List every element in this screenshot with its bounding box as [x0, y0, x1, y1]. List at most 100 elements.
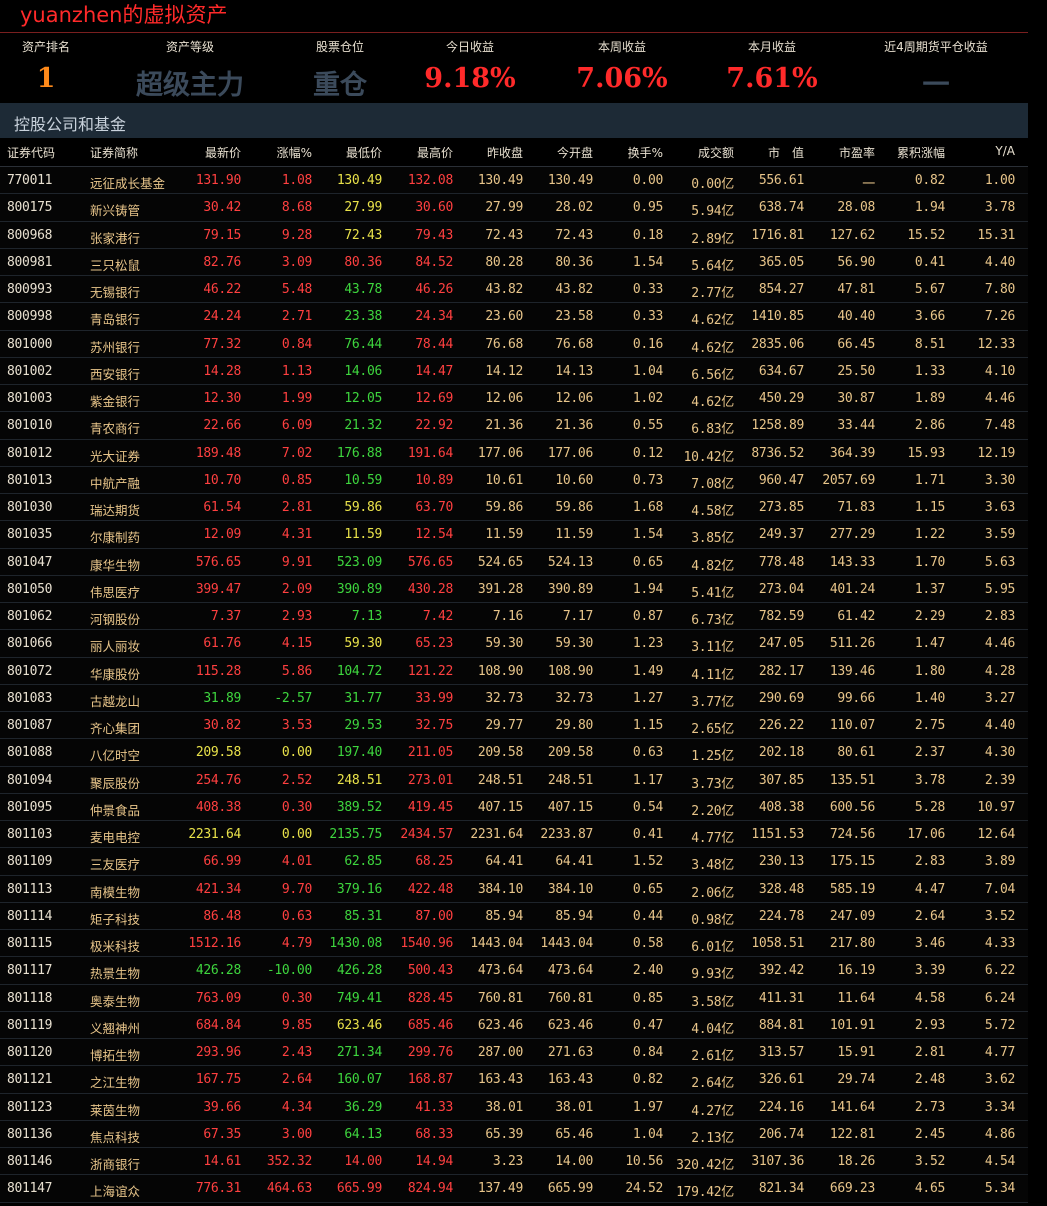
table-cell: 1.17: [632, 772, 663, 788]
column-header[interactable]: 市 值: [768, 144, 804, 161]
table-row[interactable]: 801010 青农商行 22.66 6.09 21.32 22.92 21.36 21.36 0…: [0, 412, 1028, 440]
table-row[interactable]: 801095 仲景食品 408.38 0.30 389.52 419.45 407.15 40…: [0, 793, 1028, 821]
table-cell: 4.10: [984, 363, 1015, 379]
table-cell: 177.06: [547, 445, 593, 461]
table-cell: 2.40: [632, 963, 663, 979]
table-row[interactable]: 801123 莱茵生物 39.66 4.34 36.29 41.33 38.01 38.01 1…: [0, 1093, 1028, 1121]
table-row[interactable]: 801094 聚辰股份 254.76 2.52 248.51 273.01 248.51 24…: [0, 766, 1028, 794]
table-cell: 623.46: [336, 1017, 382, 1033]
column-header[interactable]: 市盈率: [839, 144, 875, 161]
table-row[interactable]: 801083 古越龙山 31.89 -2.57 31.77 33.99 32.73 32.73…: [0, 684, 1028, 712]
column-header[interactable]: 最高价: [417, 144, 453, 161]
column-header[interactable]: 成交额: [698, 144, 734, 161]
table-row[interactable]: 800993 无锡银行 46.22 5.48 43.78 46.26 43.82 43.82 0…: [0, 276, 1028, 304]
table-row[interactable]: 801118 奥泰生物 763.09 0.30 749.41 828.45 760.81 76…: [0, 984, 1028, 1012]
table-cell: 426.28: [195, 963, 241, 979]
table-row[interactable]: 801115 极米科技 1512.16 4.79 1430.08 1540.96 1443.…: [0, 930, 1028, 958]
table-cell: 9.28: [281, 227, 312, 243]
table-row[interactable]: 801002 西安银行 14.28 1.13 14.06 14.47 14.12 14.13 1…: [0, 357, 1028, 385]
security-name: 丽人丽妆: [90, 639, 141, 655]
table-row[interactable]: 801072 华康股份 115.28 5.86 104.72 121.22 108.90 10…: [0, 657, 1028, 685]
table-row[interactable]: 801146 浙商银行 14.61 352.32 14.00 14.94 3.23 14.00…: [0, 1148, 1028, 1176]
summary-value: 超级主力: [136, 70, 244, 101]
table-row[interactable]: 801147 上海谊众 776.31 464.63 665.99 824.94 137.49…: [0, 1175, 1028, 1203]
column-header[interactable]: 证券代码: [7, 144, 55, 161]
table-row[interactable]: 801000 苏州银行 77.32 0.84 76.44 78.44 76.68 76.68 0…: [0, 330, 1028, 358]
table-cell: 80.36: [344, 254, 382, 270]
table-cell: 65.46: [555, 1126, 593, 1142]
table-row[interactable]: 801113 南模生物 421.34 9.70 379.16 422.48 384.10 38…: [0, 875, 1028, 903]
table-row[interactable]: 801119 义翘神州 684.84 9.85 623.46 685.46 623.46 62…: [0, 1011, 1028, 1039]
table-row[interactable]: 801062 河钢股份 7.37 2.93 7.13 7.42 7.16 7.17 0.87 6.…: [0, 603, 1028, 631]
table-cell: 202.18: [758, 745, 804, 761]
table-cell: 61.76: [203, 636, 241, 652]
security-code: 801087: [7, 718, 53, 733]
table-row[interactable]: 800998 青岛银行 24.24 2.71 23.38 24.34 23.60 23.58 0…: [0, 303, 1028, 331]
table-cell: 21.36: [555, 418, 593, 434]
table-cell: 390.89: [336, 581, 382, 597]
table-cell: 3.59: [984, 527, 1015, 543]
table-row[interactable]: 801109 三友医疗 66.99 4.01 62.85 68.25 64.41 64.41 1…: [0, 848, 1028, 876]
table-cell: 2135.75: [329, 827, 382, 842]
table-row[interactable]: 801114 矩子科技 86.48 0.63 85.31 87.00 85.94 85.94 0…: [0, 902, 1028, 930]
table-row[interactable]: 801030 瑞达期货 61.54 2.81 59.86 63.70 59.86 59.86 1…: [0, 494, 1028, 522]
column-header[interactable]: 换手%: [628, 144, 663, 161]
table-cell: 821.34: [758, 1181, 804, 1197]
table-cell: 4.34: [281, 1099, 312, 1115]
table-row[interactable]: 800981 三只松鼠 82.76 3.09 80.36 84.52 80.28 80.36 1…: [0, 248, 1028, 276]
table-cell: 28.08: [837, 200, 875, 216]
table-cell: 0.41: [914, 254, 945, 270]
table-cell: 0.44: [632, 908, 663, 924]
table-cell: 4.62亿: [691, 340, 734, 356]
column-header[interactable]: 今开盘: [557, 144, 593, 161]
column-header[interactable]: 累积涨幅: [897, 144, 945, 161]
table-cell: 168.87: [407, 1072, 453, 1088]
column-header[interactable]: 最新价: [205, 144, 241, 161]
table-row[interactable]: 801047 康华生物 576.65 9.91 523.09 576.65 524.65 52…: [0, 548, 1028, 576]
table-cell: 1.70: [914, 554, 945, 570]
table-cell: 99.66: [837, 690, 875, 706]
table-cell: 401.24: [829, 581, 875, 597]
table-row[interactable]: 801035 尔康制药 12.09 4.31 11.59 12.54 11.59 11.59 1…: [0, 521, 1028, 549]
scrollbar[interactable]: [1030, 0, 1047, 1206]
column-header[interactable]: 涨幅%: [277, 144, 312, 161]
table-row[interactable]: 801013 中航产融 10.70 0.85 10.59 10.89 10.61 10.60 0…: [0, 466, 1028, 494]
table-row[interactable]: 801121 之江生物 167.75 2.64 160.07 168.87 163.43 16…: [0, 1066, 1028, 1094]
table-cell: 122.81: [829, 1126, 875, 1142]
table-row[interactable]: 801088 八亿时空 209.58 0.00 197.40 211.05 209.58 20…: [0, 739, 1028, 767]
table-cell: 66.99: [203, 854, 241, 870]
table-cell: 2.64: [281, 1072, 312, 1088]
table-cell: 211.05: [407, 745, 453, 761]
table-row[interactable]: 801012 光大证券 189.48 7.02 176.88 191.64 177.06 17…: [0, 439, 1028, 467]
table-cell: 523.09: [336, 554, 382, 570]
table-cell: 0.63: [632, 745, 663, 761]
table-row[interactable]: 800175 新兴铸管 30.42 8.68 27.99 30.60 27.99 28.02 0…: [0, 194, 1028, 222]
table-row[interactable]: 770011 远征成长基金 131.90 1.08 130.49 132.08 130.49…: [0, 167, 1028, 195]
table-row[interactable]: 801003 紫金银行 12.30 1.99 12.05 12.69 12.06 12.06 1…: [0, 385, 1028, 413]
table-cell: 63.70: [415, 500, 453, 515]
table-cell: 1512.16: [188, 936, 241, 951]
table-row[interactable]: 801103 麦电电控 2231.64 0.00 2135.75 2434.57 2231.…: [0, 821, 1028, 849]
column-header[interactable]: 昨收盘: [487, 144, 523, 161]
column-header[interactable]: 最低价: [346, 144, 382, 161]
table-cell: 12.30: [203, 391, 241, 406]
column-header[interactable]: Y/A: [995, 144, 1015, 158]
security-name: 青农商行: [90, 421, 141, 437]
table-row[interactable]: 801136 焦点科技 67.35 3.00 64.13 68.33 65.39 65.46 1…: [0, 1120, 1028, 1148]
table-row[interactable]: 801120 博拓生物 293.96 2.43 271.34 299.76 287.00 27…: [0, 1039, 1028, 1067]
column-header[interactable]: 证券简称: [90, 144, 138, 161]
table-cell: 56.90: [837, 254, 875, 270]
table-cell: 5.28: [914, 799, 945, 815]
table-row[interactable]: 801087 齐心集团 30.82 3.53 29.53 32.75 29.77 29.80 1…: [0, 712, 1028, 740]
security-name: 之江生物: [90, 1075, 141, 1091]
table-cell: 217.80: [829, 936, 875, 951]
table-row[interactable]: 801050 伟思医疗 399.47 2.09 390.89 430.28 391.28 39…: [0, 575, 1028, 603]
security-name: 西安银行: [90, 366, 141, 382]
table-row[interactable]: 800968 张家港行 79.15 9.28 72.43 79.43 72.43 72.43 0…: [0, 221, 1028, 249]
table-header: 证券代码 证券简称 最新价 涨幅% 最低价 最高价 昨收盘 今开盘 换手% 成交额 市 值 市盈率 累积…: [0, 138, 1028, 167]
table-cell: 1410.85: [751, 309, 804, 325]
table-row[interactable]: 801117 热景生物 426.28 -10.00 426.28 500.43 473.64…: [0, 957, 1028, 985]
table-row[interactable]: 801066 丽人丽妆 61.76 4.15 59.30 65.23 59.30 59.30 1…: [0, 630, 1028, 658]
table-cell: 2231.64: [470, 827, 523, 842]
table-cell: 2231.64: [188, 827, 241, 842]
